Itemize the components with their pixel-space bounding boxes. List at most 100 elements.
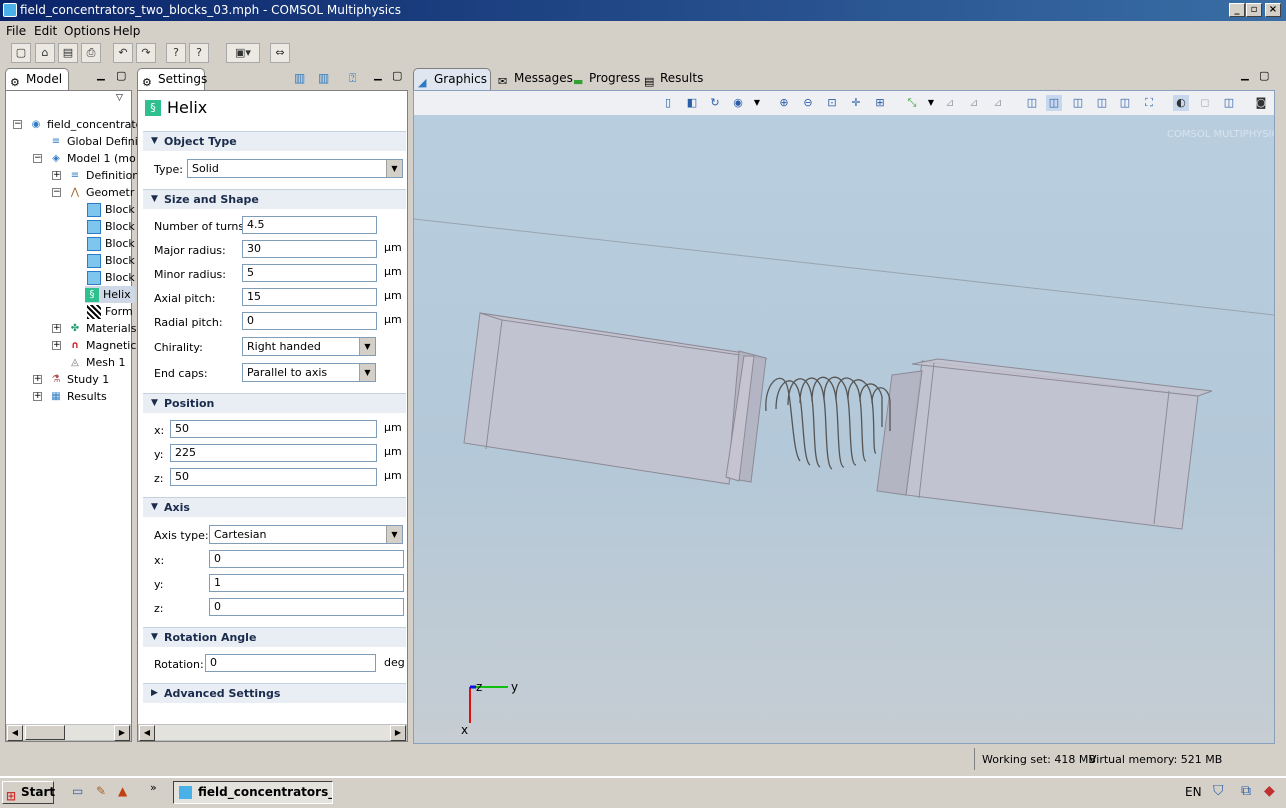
axis-x-field[interactable]: 0 (209, 550, 404, 568)
menu-file[interactable]: File (6, 24, 26, 38)
minimize-button[interactable]: _ (1229, 3, 1245, 17)
zoom-in-icon[interactable]: ⊕ (776, 95, 792, 111)
maximize-pane-icon[interactable]: ▢ (116, 69, 126, 82)
axis-z-field[interactable]: 0 (209, 598, 404, 616)
new-file-icon[interactable]: ▢ (11, 43, 31, 63)
start-button[interactable]: ⊞ Start (2, 781, 55, 804)
settings-horizontal-scrollbar[interactable]: ◀ ▶ (138, 724, 407, 741)
expand-icon[interactable]: + (33, 375, 42, 384)
expand-icon[interactable]: + (52, 171, 61, 180)
help-search-icon[interactable]: ⍰ (349, 71, 356, 86)
tree-item-block-4[interactable]: Block (87, 252, 135, 269)
section-position[interactable]: ▼ Position (143, 393, 406, 413)
tree-item-geometry[interactable]: ⋀ Geometr (68, 184, 134, 201)
print-icon[interactable]: ⎙ (81, 43, 101, 63)
tab-graphics[interactable]: ◢ Graphics (413, 68, 491, 90)
menu-options[interactable]: Options (64, 24, 110, 38)
tree-item-global-definitions[interactable]: ≡ Global Definit (49, 133, 142, 150)
wireframe-icon[interactable]: ◫ (1221, 95, 1237, 111)
redo-icon[interactable]: ↷ (136, 43, 156, 63)
select-edge-icon[interactable]: ◫ (1094, 95, 1110, 111)
axis-y-field[interactable]: 1 (209, 574, 404, 592)
scroll-right-icon[interactable]: ▶ (114, 725, 130, 741)
tree-item-definitions[interactable]: ≡ Definition (68, 167, 139, 184)
desktop-icon[interactable]: ▭ (72, 784, 83, 798)
select-all-icon[interactable]: ⛶ (1141, 95, 1157, 111)
shield-icon[interactable]: ⛉ (1213, 783, 1224, 799)
zoom-out-icon[interactable]: ⊖ (800, 95, 816, 111)
maximize-pane-icon[interactable]: ▢ (1259, 69, 1269, 82)
tree-item-block-1[interactable]: Block (87, 201, 135, 218)
network-icon[interactable]: ⧉ (1241, 783, 1251, 799)
menu-help[interactable]: Help (113, 24, 140, 38)
tab-progress[interactable]: ▬ Progress (569, 68, 646, 90)
open-folder-icon[interactable]: ⌂ (35, 43, 55, 63)
scroll-right-icon[interactable]: ▶ (390, 725, 406, 741)
view-menu-icon[interactable]: ▽ (116, 93, 123, 103)
view-xy-icon[interactable]: ⊿ (942, 95, 958, 111)
collapse-icon[interactable]: − (52, 188, 61, 197)
camera-icon[interactable]: ◙ (1253, 95, 1269, 111)
taskbar-item-comsol[interactable]: field_concentrators_t... (173, 781, 333, 804)
major-radius-field[interactable]: 30 (242, 240, 377, 258)
minimize-pane-icon[interactable]: ▁ (97, 70, 105, 81)
tree-item-mesh-1[interactable]: ◬ Mesh 1 (68, 354, 125, 371)
refresh-icon[interactable]: ↻ (707, 95, 723, 111)
quicklaunch-icon[interactable]: ✎ (96, 784, 106, 798)
zoom-extents-icon[interactable]: ⊞ (872, 95, 888, 111)
graphics-window[interactable]: COMSOL MULTIPHYSICS z y x (413, 90, 1275, 744)
view-zx-icon[interactable]: ⊿ (990, 95, 1006, 111)
chevron-down-icon[interactable]: ▼ (923, 95, 939, 111)
tree-item-block-2[interactable]: Block (87, 218, 135, 235)
tab-results[interactable]: ▤ Results (640, 68, 709, 90)
tree-item-model-1[interactable]: ◈ Model 1 (mo (49, 150, 136, 167)
tray-icon[interactable]: ◆ (1264, 783, 1275, 799)
language-indicator[interactable]: EN (1185, 785, 1202, 799)
zoom-selected-icon[interactable]: ▯ (660, 95, 676, 111)
zoom-box-icon[interactable]: ⊡ (824, 95, 840, 111)
chevron-down-icon[interactable]: ▼ (749, 95, 765, 111)
axis-view-icon[interactable]: ⤡ (904, 95, 920, 111)
expand-icon[interactable]: + (52, 341, 61, 350)
maximize-pane-icon[interactable]: ▢ (392, 69, 402, 82)
build-dropdown-icon[interactable]: ▣▾ (226, 43, 260, 63)
graphics-canvas[interactable]: COMSOL MULTIPHYSICS z y x (414, 91, 1274, 743)
minimize-pane-icon[interactable]: ▁ (1241, 70, 1249, 81)
transparency-icon[interactable]: ◻ (1197, 95, 1213, 111)
view-yz-icon[interactable]: ⊿ (966, 95, 982, 111)
help-icon[interactable]: ? (166, 43, 186, 63)
tree-item-block-5[interactable]: Block (87, 269, 135, 286)
context-help-icon[interactable]: ? (189, 43, 209, 63)
tree-item-helix[interactable]: § Helix (85, 286, 135, 303)
type-select[interactable]: Solid ▼ (187, 159, 403, 178)
select-point-icon[interactable]: ◫ (1117, 95, 1133, 111)
build-selected-icon[interactable]: ▥ (294, 71, 305, 85)
matlab-icon[interactable]: ▲ (118, 784, 127, 798)
expand-icon[interactable]: + (52, 324, 61, 333)
end-caps-select[interactable]: Parallel to axis ▼ (242, 363, 376, 382)
tab-model[interactable]: ⚙ Model (5, 68, 69, 90)
view-icon[interactable]: ◉ (730, 95, 746, 111)
undo-icon[interactable]: ↶ (113, 43, 133, 63)
tab-messages[interactable]: ✉ Messages (494, 68, 579, 90)
scroll-thumb[interactable] (25, 725, 65, 740)
tree-item-materials[interactable]: ✤ Materials (68, 320, 137, 337)
chirality-select[interactable]: Right handed ▼ (242, 337, 376, 356)
collapse-icon[interactable]: − (33, 154, 42, 163)
save-icon[interactable]: ▤ (58, 43, 78, 63)
tree-item-root[interactable]: ◉ field_concentrato (29, 116, 143, 133)
minimize-pane-icon[interactable]: ▁ (374, 70, 382, 81)
section-axis[interactable]: ▼ Axis (143, 497, 406, 517)
tree-item-magnetic[interactable]: ∩ Magnetic (68, 337, 136, 354)
minor-radius-field[interactable]: 5 (242, 264, 377, 282)
tab-settings[interactable]: ⚙ Settings (137, 68, 207, 90)
radial-pitch-field[interactable]: 0 (242, 312, 377, 330)
section-advanced-settings[interactable]: ▶ Advanced Settings (143, 683, 406, 703)
close-button[interactable]: × (1265, 3, 1281, 17)
select-boundary-icon[interactable]: ◫ (1070, 95, 1086, 111)
tree-horizontal-scrollbar[interactable]: ◀ ▶ (6, 724, 131, 741)
menu-edit[interactable]: Edit (34, 24, 57, 38)
section-rotation-angle[interactable]: ▼ Rotation Angle (143, 627, 406, 647)
tree-item-block-3[interactable]: Block (87, 235, 135, 252)
center-icon[interactable]: ✛ (848, 95, 864, 111)
